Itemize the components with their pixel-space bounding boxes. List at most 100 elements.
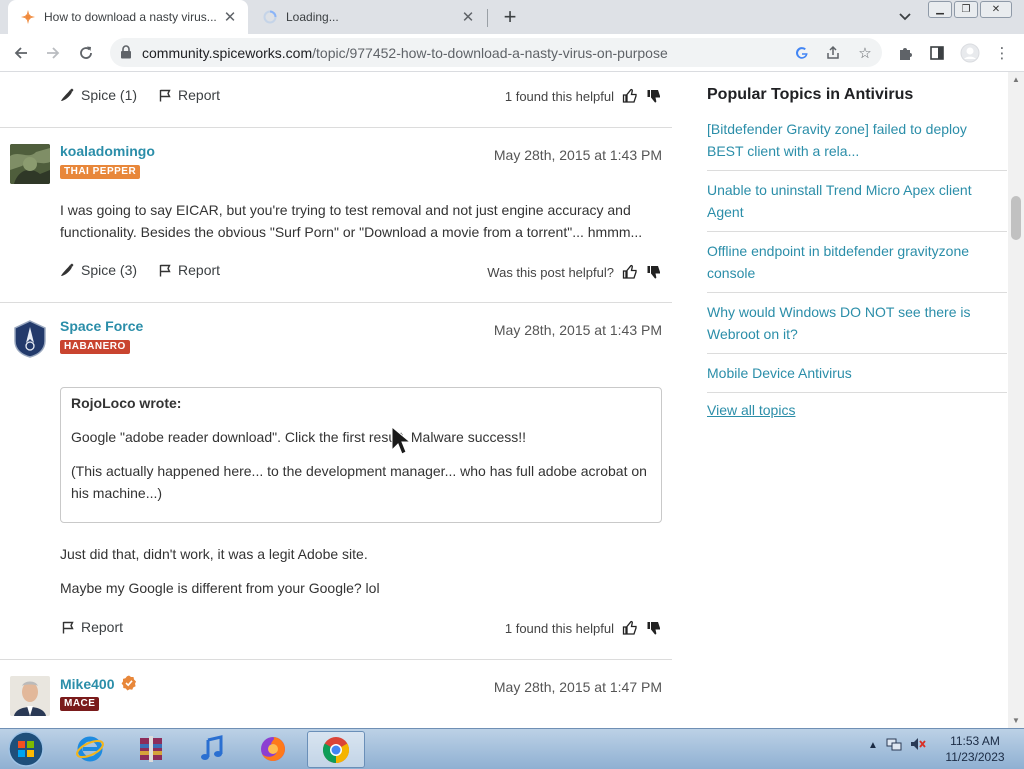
- tab-active[interactable]: How to download a nasty virus... ✕: [8, 0, 248, 34]
- post-date[interactable]: May 28th, 2015 at 1:47 PM: [494, 679, 662, 695]
- username-link[interactable]: koaladomingo: [60, 143, 155, 159]
- tab-close-icon[interactable]: ✕: [220, 7, 240, 27]
- topic-divider: [707, 170, 1007, 171]
- menu-kebab-icon[interactable]: ⋮: [991, 42, 1013, 64]
- tab-loading[interactable]: Loading... ✕: [250, 0, 486, 34]
- chrome-icon[interactable]: [307, 731, 365, 768]
- thumbs-up-icon[interactable]: [622, 88, 638, 104]
- network-icon[interactable]: [886, 737, 902, 754]
- topic-link[interactable]: Unable to uninstall Trend Micro Apex cli…: [707, 179, 1007, 223]
- report-button[interactable]: Report: [159, 87, 220, 103]
- post-actions: Spice (1) Report: [60, 87, 220, 103]
- thumbs-up-icon[interactable]: [622, 264, 638, 280]
- avatar[interactable]: [10, 144, 50, 184]
- profile-avatar-icon[interactable]: [959, 42, 981, 64]
- spice-label: Spice (1): [81, 87, 138, 103]
- post-body-line: Maybe my Google is different from your G…: [60, 580, 380, 596]
- google-translate-g-icon[interactable]: [792, 43, 812, 63]
- scrollbar-thumb[interactable]: [1011, 196, 1021, 240]
- sidebar-title: Popular Topics in Antivirus: [707, 86, 914, 103]
- helpful-text: Was this post helpful?: [487, 264, 614, 280]
- helpful-widget: Was this post helpful?: [487, 264, 662, 280]
- report-button[interactable]: Report: [62, 619, 123, 635]
- thumbs-down-icon[interactable]: [646, 88, 662, 104]
- topic-link[interactable]: Offline endpoint in bitdefender gravityz…: [707, 240, 1007, 284]
- thumbs-down-icon[interactable]: [646, 620, 662, 636]
- topic-divider: [707, 231, 1007, 232]
- lock-icon[interactable]: [120, 45, 134, 59]
- username-link[interactable]: Mike400: [60, 675, 137, 694]
- post-date[interactable]: May 28th, 2015 at 1:43 PM: [494, 322, 662, 338]
- restore-icon[interactable]: ❐: [954, 1, 978, 18]
- topic-divider: [707, 292, 1007, 293]
- address-bar[interactable]: community.spiceworks.com/topic/977452-ho…: [110, 38, 882, 67]
- post-actions: Spice (3) Report: [60, 262, 220, 278]
- report-label: Report: [178, 87, 221, 103]
- flag-icon: [62, 621, 74, 634]
- forward-arrow-icon[interactable]: [40, 40, 66, 66]
- thumbs-up-icon[interactable]: [622, 620, 638, 636]
- post-divider: [0, 302, 672, 303]
- side-panel-icon[interactable]: [926, 42, 948, 64]
- extensions-puzzle-icon[interactable]: [895, 42, 917, 64]
- spice-button[interactable]: Spice (1): [60, 87, 137, 103]
- window-controls: ▁ ❐ ✕: [928, 1, 1014, 18]
- rank-badge: THAI PEPPER: [60, 165, 141, 179]
- taskbar-clock[interactable]: 11:53 AM 11/23/2023: [940, 733, 1010, 765]
- page-scrollbar[interactable]: ▲ ▼: [1008, 72, 1024, 728]
- new-tab-plus-icon[interactable]: +: [498, 4, 522, 29]
- quote-line: Google "adobe reader download". Click th…: [71, 429, 527, 445]
- topic-link[interactable]: Why would Windows DO NOT see there is We…: [707, 301, 1007, 345]
- scroll-up-arrow-icon[interactable]: ▲: [1011, 74, 1021, 84]
- pepper-icon: [60, 88, 74, 102]
- internet-explorer-icon[interactable]: [62, 731, 118, 766]
- view-all-topics-link[interactable]: View all topics: [707, 402, 795, 418]
- browser-toolbar: community.spiceworks.com/topic/977452-ho…: [0, 34, 1024, 72]
- reload-icon[interactable]: [73, 40, 99, 66]
- pepper-icon: [60, 263, 74, 277]
- url-text[interactable]: community.spiceworks.com/topic/977452-ho…: [142, 45, 668, 61]
- tab-close-icon[interactable]: ✕: [458, 7, 478, 27]
- tab-separator: [487, 9, 488, 27]
- report-label: Report: [178, 262, 221, 278]
- firefox-icon[interactable]: [245, 731, 301, 766]
- username-text: Mike400: [60, 676, 115, 692]
- topic-link[interactable]: [Bitdefender Gravity zone] failed to dep…: [707, 118, 1007, 162]
- thumbs-down-icon[interactable]: [646, 264, 662, 280]
- share-icon[interactable]: [823, 43, 843, 63]
- flag-icon: [159, 89, 171, 102]
- post-divider: [0, 659, 672, 660]
- loading-spinner-icon: [262, 9, 278, 25]
- volume-muted-icon[interactable]: [910, 737, 926, 754]
- avatar[interactable]: [10, 319, 50, 359]
- rank-badge: HABANERO: [60, 340, 130, 354]
- system-tray: ▲: [868, 737, 926, 754]
- url-path: /topic/977452-how-to-download-a-nasty-vi…: [312, 45, 668, 61]
- window-close-icon[interactable]: ✕: [980, 1, 1012, 18]
- back-arrow-icon[interactable]: [8, 40, 34, 66]
- quote-line: (This actually happened here... to the d…: [71, 463, 647, 501]
- minimize-icon[interactable]: ▁: [928, 1, 952, 18]
- helpful-widget: 1 found this helpful: [505, 88, 662, 104]
- tab-search-chevron-icon[interactable]: [895, 8, 915, 26]
- post-body: I was going to say EICAR, but you're try…: [60, 202, 643, 240]
- username-link[interactable]: Space Force: [60, 318, 143, 334]
- show-hidden-icons-icon[interactable]: ▲: [868, 740, 878, 751]
- tab-title: Loading...: [286, 10, 339, 24]
- helpful-text: 1 found this helpful: [504, 620, 614, 636]
- quote-author: RojoLoco wrote:: [71, 395, 182, 411]
- winrar-archive-icon[interactable]: [123, 731, 179, 766]
- topic-link[interactable]: Mobile Device Antivirus: [707, 362, 1007, 384]
- avatar[interactable]: [10, 676, 50, 716]
- spice-button[interactable]: Spice (3): [60, 262, 137, 278]
- flag-icon: [159, 264, 171, 277]
- itunes-music-icon[interactable]: [184, 731, 240, 766]
- scroll-down-arrow-icon[interactable]: ▼: [1011, 715, 1021, 725]
- bookmark-star-icon[interactable]: ☆: [855, 43, 875, 63]
- post-actions: Report: [62, 619, 123, 635]
- verified-badge-icon: [121, 675, 137, 694]
- start-orb-icon[interactable]: [6, 730, 46, 768]
- post-date[interactable]: May 28th, 2015 at 1:43 PM: [494, 147, 662, 163]
- mouse-cursor-icon: [391, 425, 413, 461]
- report-button[interactable]: Report: [159, 262, 220, 278]
